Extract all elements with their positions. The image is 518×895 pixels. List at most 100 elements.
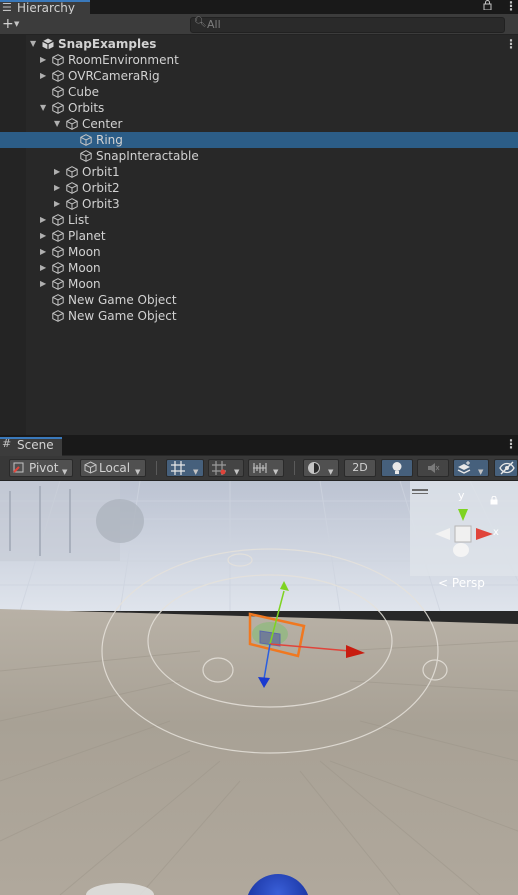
hierarchy-item[interactable]: ▼ Orbits: [0, 100, 518, 116]
local-dropdown[interactable]: Local ▼: [80, 459, 146, 477]
mode-2d-toggle[interactable]: 2D: [344, 459, 376, 477]
hierarchy-item-label: Moon: [68, 277, 101, 291]
hierarchy-item[interactable]: ▶ Moon: [0, 260, 518, 276]
scene-tab-bar: [0, 437, 518, 455]
add-button[interactable]: +: [2, 16, 14, 32]
hierarchy-item-label: Orbit1: [82, 165, 120, 179]
hierarchy-list-icon: ☰: [2, 1, 12, 14]
hierarchy-item-label: OVRCameraRig: [68, 69, 160, 83]
scene-grid-icon: #: [2, 437, 12, 450]
lightbulb-icon: [390, 461, 404, 479]
hierarchy-item-label: Orbit2: [82, 181, 120, 195]
hierarchy-item-label: New Game Object: [68, 309, 177, 323]
chevron-down-icon: ▼: [234, 468, 240, 476]
hierarchy-item-label: Cube: [68, 85, 99, 99]
lighting-toggle[interactable]: [381, 459, 413, 477]
gameobject-cube-icon: [52, 86, 64, 98]
gameobject-cube-icon: [52, 230, 64, 242]
chevron-down-icon: ▼: [135, 468, 141, 476]
gameobject-cube-icon: [66, 198, 78, 210]
pivot-icon: [13, 461, 25, 478]
collapse-arrow-icon[interactable]: ▶: [40, 212, 46, 228]
scene-render: [0, 481, 518, 895]
hierarchy-item[interactable]: SnapInteractable: [0, 148, 518, 164]
gameobject-cube-icon: [52, 102, 64, 114]
speaker-muted-icon: [426, 461, 440, 479]
hierarchy-item[interactable]: ▶ List: [0, 212, 518, 228]
audio-toggle[interactable]: [417, 459, 449, 477]
expand-arrow-icon[interactable]: ▼: [54, 116, 60, 132]
projection-toggle[interactable]: < Persp: [438, 576, 485, 590]
grid-visibility-toggle[interactable]: ▼: [208, 459, 244, 477]
search-icon: 🔍︎: [194, 17, 207, 28]
kebab-menu-icon[interactable]: ⋮: [505, 0, 517, 13]
hierarchy-item[interactable]: New Game Object: [0, 292, 518, 308]
hierarchy-item[interactable]: ▶ Moon: [0, 244, 518, 260]
gameobject-cube-icon: [52, 214, 64, 226]
collapse-arrow-icon[interactable]: ▶: [40, 68, 46, 84]
pivot-label: Pivot: [29, 461, 59, 475]
hierarchy-item[interactable]: ▶ OVRCameraRig: [0, 68, 518, 84]
gameobject-cube-icon: [66, 182, 78, 194]
unity-scene-icon: [42, 38, 54, 50]
expand-arrow-icon[interactable]: ▼: [30, 36, 36, 52]
collapse-arrow-icon[interactable]: ▶: [54, 196, 60, 212]
gameobject-cube-icon: [52, 262, 64, 274]
hierarchy-item[interactable]: ▶ Orbit2: [0, 180, 518, 196]
gameobject-cube-icon: [80, 134, 92, 146]
hierarchy-item[interactable]: New Game Object: [0, 308, 518, 324]
gizmo-lock-icon[interactable]: [490, 494, 498, 508]
eye-slash-icon: [499, 461, 515, 479]
collapse-arrow-icon[interactable]: ▶: [40, 228, 46, 244]
hierarchy-item[interactable]: ▼ Center: [0, 116, 518, 132]
hierarchy-item[interactable]: ▶ Orbit3: [0, 196, 518, 212]
gameobject-cube-icon: [80, 150, 92, 162]
hierarchy-tab-label: Hierarchy: [17, 1, 76, 15]
scene-tab-label: Scene: [17, 438, 54, 452]
collapse-arrow-icon[interactable]: ▶: [40, 260, 46, 276]
scene-visibility-toggle[interactable]: [494, 459, 518, 477]
collapse-arrow-icon[interactable]: ▶: [40, 244, 46, 260]
effects-layers-icon: [457, 461, 472, 479]
hierarchy-item[interactable]: Cube: [0, 84, 518, 100]
gameobject-cube-icon: [52, 70, 64, 82]
hierarchy-item-label: SnapInteractable: [96, 149, 199, 163]
draw-mode-dropdown[interactable]: ▼: [303, 459, 339, 477]
expand-arrow-icon[interactable]: ▼: [40, 100, 46, 116]
scene-kebab-menu-icon[interactable]: ⋮: [505, 437, 517, 451]
hierarchy-item-label: Orbit3: [82, 197, 120, 211]
collapse-arrow-icon[interactable]: ▶: [54, 180, 60, 196]
lock-icon[interactable]: [483, 0, 492, 13]
increment-snap-toggle[interactable]: ▼: [248, 459, 284, 477]
hierarchy-item-label: Center: [82, 117, 123, 131]
scene-options-icon[interactable]: ⋮: [505, 36, 517, 52]
hierarchy-item[interactable]: ▶ Planet: [0, 228, 518, 244]
pivot-dropdown[interactable]: Pivot ▼: [9, 459, 73, 477]
hierarchy-item[interactable]: Ring: [0, 132, 518, 148]
chevron-down-icon[interactable]: ▼: [14, 20, 19, 28]
grid-snap-toggle[interactable]: ▼: [166, 459, 204, 477]
chevron-left-icon: <: [438, 576, 449, 590]
effects-dropdown[interactable]: ▼: [453, 459, 489, 477]
collapse-arrow-icon[interactable]: ▶: [40, 276, 46, 292]
gameobject-cube-icon: [66, 118, 78, 130]
gameobject-cube-icon: [66, 166, 78, 178]
scene-row[interactable]: ▼ SnapExamples ⋮: [0, 36, 518, 52]
local-label: Local: [99, 461, 131, 475]
hierarchy-item-label: Moon: [68, 245, 101, 259]
hierarchy-item[interactable]: ▶ RoomEnvironment: [0, 52, 518, 68]
search-input[interactable]: [207, 17, 497, 31]
hierarchy-item[interactable]: ▶ Orbit1: [0, 164, 518, 180]
collapse-arrow-icon[interactable]: ▶: [54, 164, 60, 180]
hierarchy-item-label: Moon: [68, 261, 101, 275]
gameobject-cube-icon: [52, 246, 64, 258]
local-cube-icon: [84, 461, 97, 478]
gameobject-cube-icon: [52, 278, 64, 290]
hierarchy-item[interactable]: ▶ Moon: [0, 276, 518, 292]
hierarchy-item-label: SnapExamples: [58, 37, 157, 51]
hierarchy-item-label: Planet: [68, 229, 106, 243]
scene-viewport[interactable]: y x < Persp: [0, 481, 518, 895]
collapse-arrow-icon[interactable]: ▶: [40, 52, 46, 68]
gizmo-x-label: x: [493, 527, 499, 538]
increment-snap-icon: [252, 461, 267, 479]
